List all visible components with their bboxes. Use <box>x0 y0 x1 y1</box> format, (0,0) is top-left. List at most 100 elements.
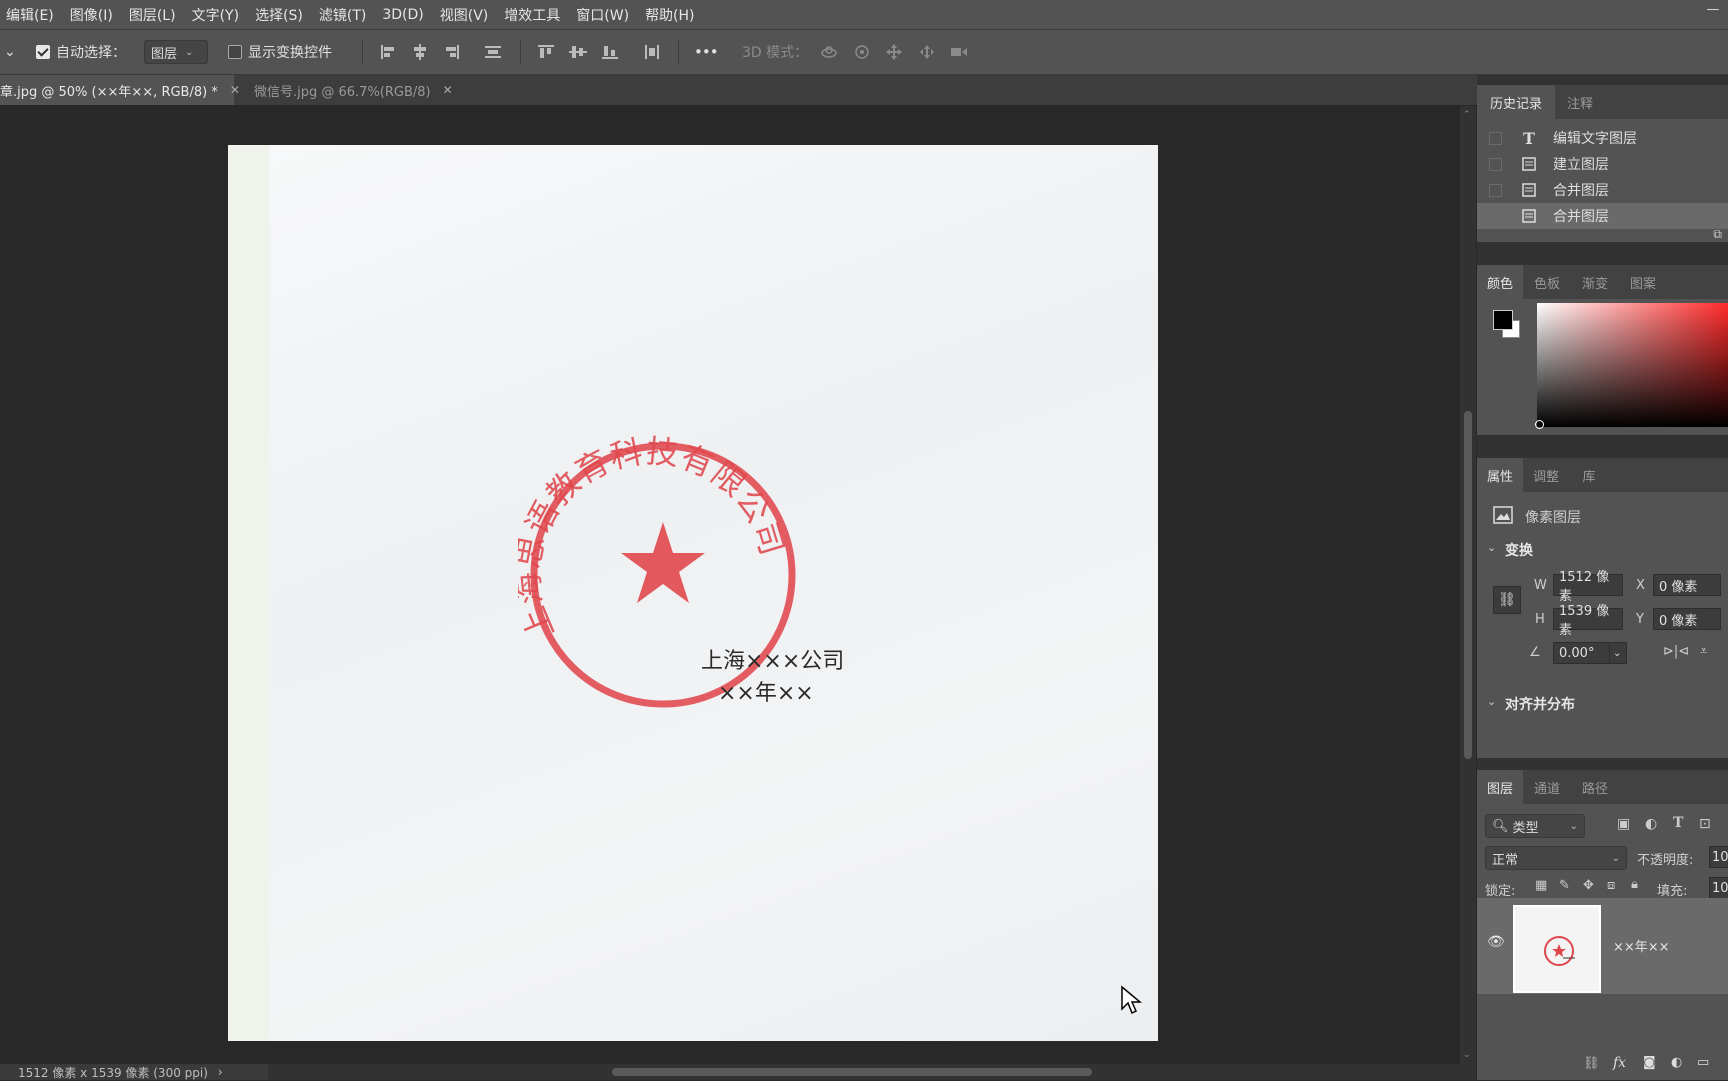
layer-thumbnail[interactable] <box>1513 905 1601 993</box>
status-arrow-icon[interactable]: › <box>218 1065 223 1079</box>
color-picker-handle[interactable] <box>1535 420 1544 429</box>
filter-adjustment-icon[interactable]: ◐ <box>1645 816 1657 832</box>
new-group-icon[interactable]: ▭ <box>1697 1055 1709 1070</box>
close-icon[interactable]: ✕ <box>443 83 453 97</box>
chevron-down-icon[interactable]: ⌄ <box>1487 695 1496 708</box>
lock-position-icon[interactable]: ✥ <box>1583 878 1594 893</box>
y-field[interactable]: 0 像素 <box>1653 608 1721 630</box>
tab-document-seal[interactable]: 章.jpg @ 50% (××年××, RGB/8) * ✕ <box>0 75 240 105</box>
auto-select-checkbox-box[interactable] <box>36 45 50 59</box>
distribute-horizontal-icon[interactable] <box>643 44 661 60</box>
opacity-field[interactable]: 10 <box>1709 846 1728 868</box>
menu-layer[interactable]: 图层(L) <box>123 5 182 25</box>
tab-paths[interactable]: 路径 <box>1571 770 1619 804</box>
menu-plugins[interactable]: 增效工具 <box>498 5 566 25</box>
foreground-color-swatch[interactable] <box>1493 310 1513 330</box>
filter-pixel-icon[interactable]: ▣ <box>1617 816 1630 832</box>
show-transform-checkbox-box[interactable] <box>228 45 242 59</box>
scroll-up-icon[interactable]: ⌃ <box>1463 110 1471 120</box>
height-field[interactable]: 1539 像素 <box>1553 604 1623 638</box>
link-layers-icon[interactable]: ⛓ <box>1583 1056 1600 1071</box>
tab-history[interactable]: 历史记录 <box>1477 85 1555 119</box>
more-options-button[interactable]: ••• <box>694 30 719 74</box>
link-proportions-icon[interactable]: ⛓ <box>1493 586 1521 614</box>
layer-row[interactable]: 👁︎ ××年×× <box>1477 898 1728 994</box>
auto-select-dropdown[interactable]: 图层 ⌄ <box>144 30 208 74</box>
flip-vertical-icon[interactable]: ⩡ <box>1700 644 1707 659</box>
flip-horizontal-icon[interactable]: ⊳|⊲ <box>1663 644 1689 659</box>
eye-visibility-icon[interactable]: 👁︎ <box>1487 934 1505 950</box>
tab-notes[interactable]: 注释 <box>1555 85 1605 119</box>
history-item[interactable]: 建立图层 <box>1477 151 1728 177</box>
menu-filter[interactable]: 滤镜(T) <box>313 5 372 25</box>
tab-libraries[interactable]: 库 <box>1569 458 1609 492</box>
menu-help[interactable]: 帮助(H) <box>639 5 700 25</box>
show-transform-checkbox[interactable]: 显示变换控件 <box>228 30 332 74</box>
color-picker-field[interactable] <box>1537 303 1728 427</box>
document-info[interactable]: 1512 像素 x 1539 像素 (300 ppi) <box>18 1064 208 1081</box>
chevron-down-icon[interactable]: ⌄ <box>1487 541 1496 554</box>
history-item-selected[interactable]: 合并图层 <box>1477 203 1728 229</box>
tab-channels[interactable]: 通道 <box>1523 770 1571 804</box>
new-snapshot-icon[interactable]: ⧉ <box>1713 227 1722 242</box>
tab-adjustments[interactable]: 调整 <box>1523 458 1569 492</box>
layer-filter-dropdown[interactable]: 🔍︎ 类型 ⌄ <box>1485 814 1585 838</box>
auto-select-checkbox[interactable]: 自动选择： <box>36 30 126 74</box>
history-item[interactable]: 合并图层 <box>1477 177 1728 203</box>
tab-swatches[interactable]: 色板 <box>1523 265 1571 299</box>
x-field[interactable]: 0 像素 <box>1653 574 1721 596</box>
align-left-icon[interactable] <box>380 44 398 60</box>
minimize-icon[interactable]: — <box>1702 2 1724 20</box>
align-distribute-section-title[interactable]: 对齐并分布 <box>1505 694 1575 714</box>
fx-icon[interactable]: fx <box>1613 1055 1626 1071</box>
vertical-scroll-thumb[interactable] <box>1464 411 1472 759</box>
menu-3d[interactable]: 3D(D) <box>376 7 429 23</box>
menu-view[interactable]: 视图(V) <box>434 5 495 25</box>
distribute-vertical-icon[interactable] <box>484 44 502 60</box>
adjustment-layer-icon[interactable]: ◐ <box>1671 1055 1682 1070</box>
tab-gradients[interactable]: 渐变 <box>1571 265 1619 299</box>
3d-camera-icon[interactable] <box>950 44 968 60</box>
3d-roll-icon[interactable] <box>853 44 871 60</box>
blend-mode-dropdown[interactable]: 正常 ⌄ <box>1485 846 1627 870</box>
angle-dropdown-chevron-icon[interactable]: ⌄ <box>1609 642 1627 664</box>
tab-properties[interactable]: 属性 <box>1477 458 1523 492</box>
3d-orbit-icon[interactable] <box>820 44 838 60</box>
filter-type-icon[interactable]: T <box>1673 815 1683 831</box>
menu-window[interactable]: 窗口(W) <box>570 5 635 25</box>
transform-section-title[interactable]: 变换 <box>1505 540 1533 560</box>
add-mask-icon[interactable]: ◙ <box>1643 1055 1656 1070</box>
align-bottom-icon[interactable] <box>601 44 619 60</box>
align-right-icon[interactable] <box>442 44 460 60</box>
filter-shape-icon[interactable]: ⊡ <box>1699 816 1711 832</box>
close-icon[interactable]: ✕ <box>230 83 240 97</box>
tool-preset-chevron-icon[interactable]: ⌄ <box>4 30 16 74</box>
angle-field[interactable]: 0.00° <box>1553 642 1609 664</box>
lock-all-icon[interactable]: 🔒︎ <box>1631 877 1638 892</box>
tab-color[interactable]: 颜色 <box>1477 265 1523 299</box>
menu-select[interactable]: 选择(S) <box>249 5 309 25</box>
lock-image-brush-icon[interactable]: ✎ <box>1559 878 1570 893</box>
text-layer-company[interactable]: 上海×××公司 <box>701 643 844 675</box>
align-vcenter-icon[interactable] <box>569 44 587 60</box>
menu-type[interactable]: 文字(Y) <box>186 5 245 25</box>
width-field[interactable]: 1512 像素 <box>1553 570 1623 604</box>
tab-layers[interactable]: 图层 <box>1477 770 1523 804</box>
align-top-icon[interactable] <box>537 44 555 60</box>
3d-slide-icon[interactable] <box>918 44 936 60</box>
lock-artboard-icon[interactable]: ⧈ <box>1607 878 1615 893</box>
document-canvas[interactable]: 上海思语教育科技有限公司 上海×××公司 ××年×× <box>228 145 1158 1041</box>
fill-field[interactable]: 10 <box>1709 877 1728 899</box>
tab-patterns[interactable]: 图案 <box>1619 265 1667 299</box>
layer-name[interactable]: ××年×× <box>1613 936 1670 955</box>
align-hcenter-icon[interactable] <box>411 44 429 60</box>
horizontal-scroll-thumb[interactable] <box>612 1068 1092 1076</box>
text-layer-date[interactable]: ××年×× <box>718 675 814 707</box>
vertical-scrollbar[interactable]: ⌃ ⌄ <box>1460 106 1476 1064</box>
menu-edit[interactable]: 编辑(E) <box>0 5 60 25</box>
history-item[interactable]: T 编辑文字图层 <box>1477 125 1728 151</box>
scroll-down-icon[interactable]: ⌄ <box>1463 1050 1471 1060</box>
lock-transparent-icon[interactable]: ▦ <box>1535 878 1547 893</box>
tab-document-wechat[interactable]: 微信号.jpg @ 66.7%(RGB/8) ✕ <box>254 75 464 105</box>
menu-image[interactable]: 图像(I) <box>64 5 119 25</box>
